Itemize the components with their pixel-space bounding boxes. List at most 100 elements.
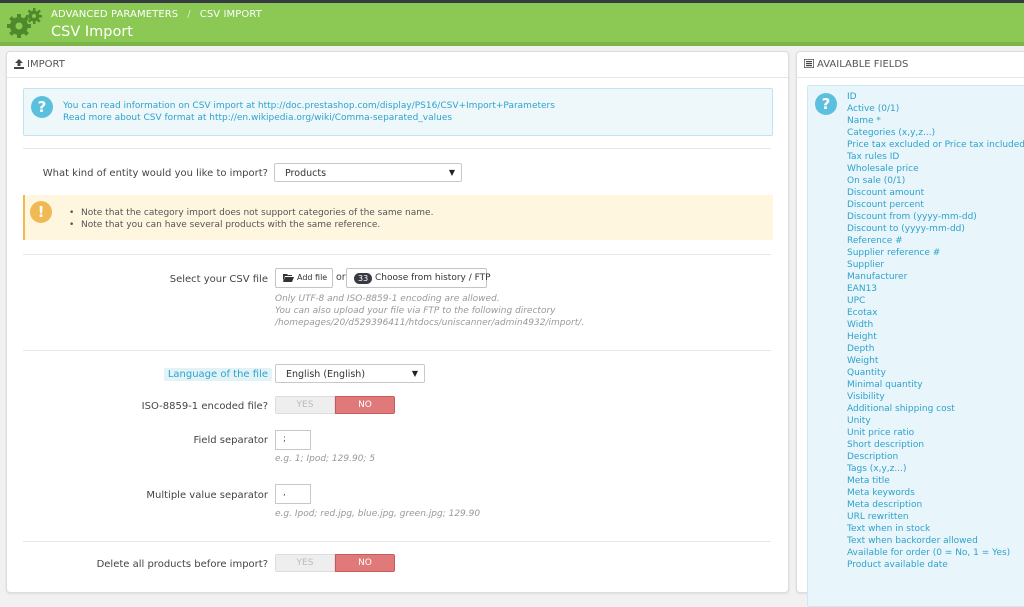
available-field-item: Active (0/1) — [847, 104, 900, 114]
info-alert: ? You can read information on CSV import… — [23, 88, 773, 136]
available-field-item: Additional shipping cost — [847, 404, 955, 414]
available-field-item: Manufacturer — [847, 272, 908, 282]
available-fields-list: ID Active (0/1) Name * Categories (x,y,z...… — [847, 91, 1024, 571]
available-field-item: Unity — [847, 416, 871, 426]
available-field-item: Visibility — [847, 392, 885, 402]
available-field-item: Ecotax — [847, 308, 878, 318]
divider — [23, 541, 771, 542]
available-field-item: On sale (0/1) — [847, 176, 906, 186]
available-field-item: Text when backorder allowed — [847, 536, 978, 546]
available-field-item: UPC — [847, 296, 866, 306]
divider — [23, 148, 771, 149]
csv-help-line: Only UTF-8 and ISO-8859-1 encoding are a… — [275, 294, 500, 304]
available-field-item: Description — [847, 452, 899, 462]
breadcrumb: ADVANCED PARAMETERS / CSV IMPORT — [51, 9, 262, 20]
iso-label: ISO-8859-1 encoded file? — [141, 401, 268, 412]
entity-label: What kind of entity would you like to im… — [42, 168, 268, 179]
delete-no-option[interactable]: NO — [335, 554, 395, 572]
available-field-item: ID — [847, 92, 857, 102]
gears-icon — [5, 7, 43, 40]
entity-select[interactable]: Products ▼ — [274, 163, 462, 182]
available-field-item: Minimal quantity — [847, 380, 923, 390]
iso-no-option[interactable]: NO — [335, 396, 395, 414]
available-field-item: Name * — [847, 116, 881, 126]
list-icon — [803, 58, 815, 71]
field-separator-help: e.g. 1; Ipod; 129.90; 5 — [275, 454, 376, 464]
available-field-item: Quantity — [847, 368, 886, 378]
available-field-item: Text when in stock — [847, 524, 931, 534]
available-field-item: Discount percent — [847, 200, 924, 210]
available-field-item: Width — [847, 320, 874, 330]
available-fields-heading-text: AVAILABLE FIELDS — [817, 59, 909, 70]
info-line-wiki-link[interactable]: Read more about CSV format at http://en.… — [63, 112, 555, 124]
add-file-label: Add file — [297, 273, 328, 282]
caret-down-icon: ▼ — [411, 369, 418, 378]
csv-help-line: You can also upload your file via FTP to… — [275, 306, 556, 316]
available-field-item: Meta title — [847, 476, 890, 486]
available-field-item: Tags (x,y,z...) — [847, 464, 907, 474]
available-field-item: Discount to (yyyy-mm-dd) — [847, 224, 965, 234]
header-underline — [0, 42, 1024, 46]
or-text: or — [336, 272, 346, 283]
field-separator-input[interactable]: ; — [275, 430, 311, 450]
available-field-item: Unit price ratio — [847, 428, 915, 438]
delete-yes-option[interactable]: YES — [275, 554, 335, 572]
folder-open-icon — [283, 273, 294, 285]
available-field-item: Categories (x,y,z...) — [847, 128, 936, 138]
warning-line: Note that the category import does not s… — [69, 207, 433, 219]
divider — [23, 254, 771, 255]
multiple-separator-value: , — [283, 488, 286, 498]
available-field-item: Supplier — [847, 260, 885, 270]
field-separator-label: Field separator — [193, 435, 269, 446]
breadcrumb-csv-import[interactable]: CSV IMPORT — [200, 9, 262, 20]
available-field-item: Price tax excluded or Price tax included — [847, 140, 1024, 150]
warning-alert: ! Note that the category import does not… — [23, 195, 773, 240]
breadcrumb-advanced-parameters[interactable]: ADVANCED PARAMETERS — [51, 9, 178, 20]
delete-products-toggle: YES NO — [275, 554, 395, 572]
available-fields-heading: AVAILABLE FIELDS — [797, 52, 1024, 78]
available-fields-panel: AVAILABLE FIELDS ? ID Active (0/1) Name * C… — [796, 51, 1024, 607]
upload-icon — [14, 59, 24, 72]
page-title: CSV Import — [51, 24, 133, 40]
iso-toggle: YES NO — [275, 396, 395, 414]
multiple-separator-input[interactable]: , — [275, 484, 311, 504]
available-field-item: Available for order (0 = No, 1 = Yes) — [847, 548, 1011, 558]
available-field-item: Meta description — [847, 500, 923, 510]
csv-help-text: Only UTF-8 and ISO-8859-1 encoding are a… — [275, 293, 584, 329]
available-field-item: Tax rules ID — [847, 152, 900, 162]
language-select[interactable]: English (English) ▼ — [275, 364, 425, 383]
available-field-item: Wholesale price — [847, 164, 919, 174]
history-ftp-label: Choose from history / FTP — [375, 273, 491, 283]
multiple-separator-help: e.g. Ipod; red.jpg, blue.jpg, green.jpg;… — [275, 509, 481, 519]
available-field-item: EAN13 — [847, 284, 878, 294]
info-line-doc-link[interactable]: You can read information on CSV import a… — [63, 100, 555, 112]
history-ftp-button[interactable]: 33 Choose from history / FTP — [346, 268, 491, 288]
question-circle-icon: ? — [31, 96, 53, 118]
available-field-item: Reference # — [847, 236, 903, 246]
caret-down-icon: ▼ — [448, 168, 455, 177]
fields-info-box: ? ID Active (0/1) Name * Categories (x,y,z.… — [807, 85, 1024, 607]
language-select-value: English (English) — [286, 369, 366, 380]
available-field-item: Meta keywords — [847, 488, 915, 498]
available-field-item: Short description — [847, 440, 925, 450]
breadcrumb-separator: / — [187, 9, 191, 20]
language-label: Language of the file — [163, 368, 272, 381]
divider — [23, 350, 771, 351]
history-count-badge: 33 — [354, 273, 373, 284]
available-field-item: Product available date — [847, 560, 948, 570]
question-circle-icon: ? — [815, 93, 837, 115]
exclamation-circle-icon: ! — [30, 201, 52, 223]
available-field-item: URL rewritten — [847, 512, 909, 522]
csv-file-label: Select your CSV file — [169, 274, 268, 285]
import-heading-text: IMPORT — [27, 59, 65, 70]
available-field-item: Weight — [847, 356, 879, 366]
multiple-separator-label: Multiple value separator — [146, 490, 268, 501]
available-field-item: Depth — [847, 344, 875, 354]
iso-yes-option[interactable]: YES — [275, 396, 335, 414]
import-panel: IMPORT ? You can read information on CSV… — [6, 51, 789, 593]
available-field-item: Supplier reference # — [847, 248, 941, 258]
import-panel-heading: IMPORT — [7, 52, 788, 78]
add-file-button[interactable]: Add file — [275, 268, 333, 288]
field-separator-value: ; — [283, 434, 287, 444]
delete-products-label: Delete all products before import? — [96, 559, 268, 570]
